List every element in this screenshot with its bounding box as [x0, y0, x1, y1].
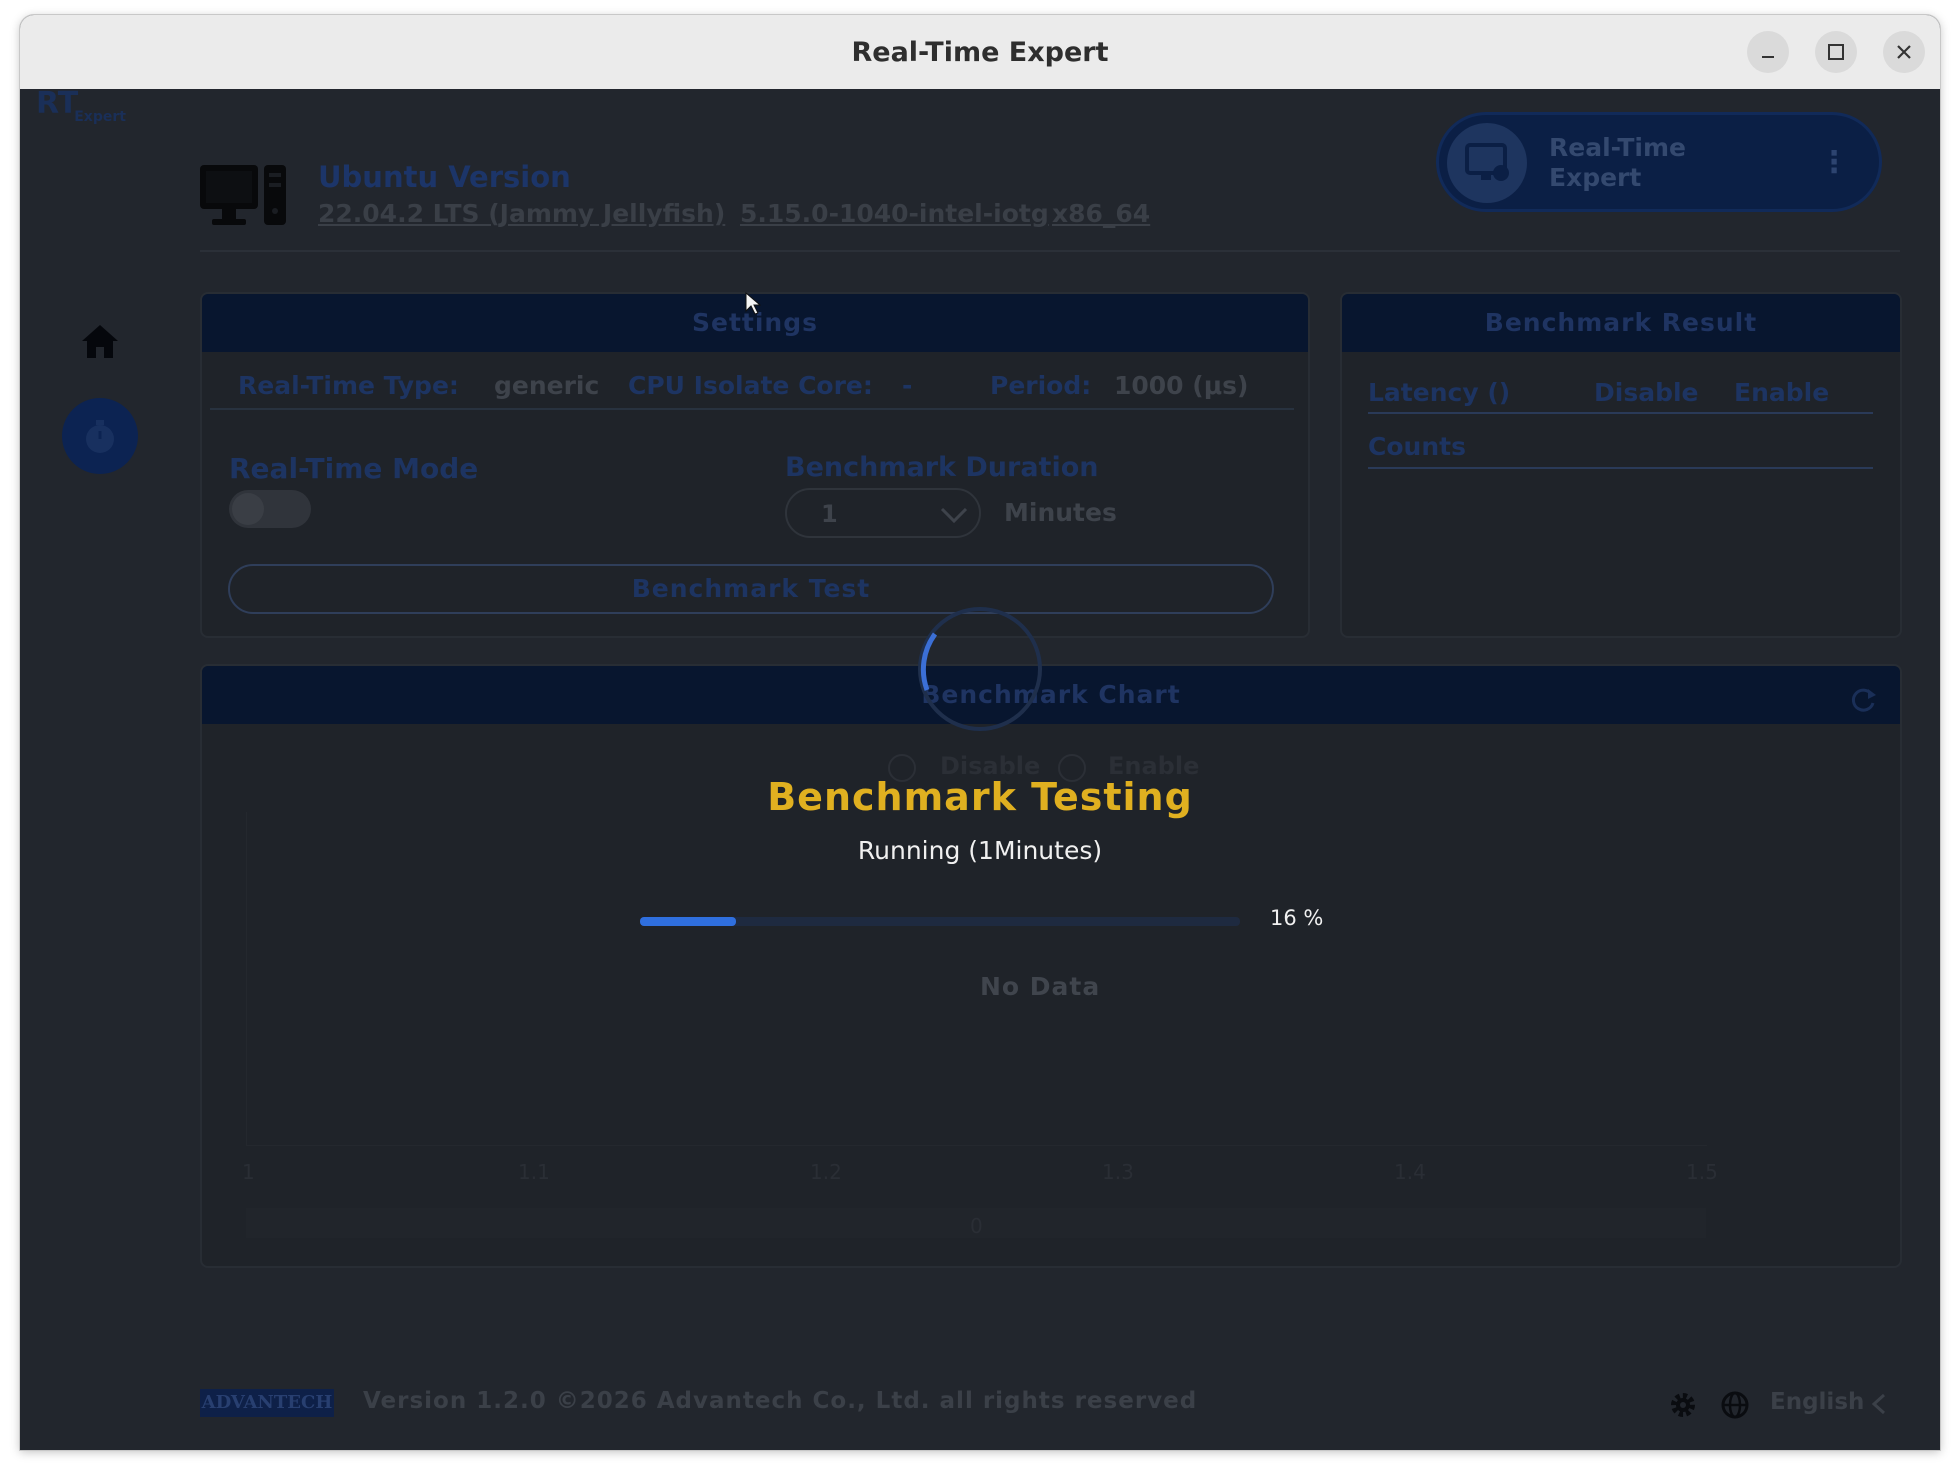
app-logo: RTExpert: [36, 86, 130, 125]
rt-type-label: Real-Time Type:: [238, 371, 459, 400]
benchmark-test-button[interactable]: Benchmark Test: [228, 564, 1274, 614]
computer-icon: [198, 163, 290, 233]
result-col-enable: Enable: [1734, 378, 1830, 407]
x-tick-6: 1.5: [1686, 1160, 1718, 1184]
result-row-counts: Counts: [1368, 432, 1466, 461]
overlay-title: Benchmark Testing: [767, 775, 1193, 819]
duration-unit: Minutes: [1004, 498, 1117, 527]
product-menu-button[interactable]: Real-Time Expert ⋮: [1436, 112, 1882, 212]
rt-mode-label: Real-Time Mode: [229, 452, 479, 485]
x-tick-4: 1.3: [1102, 1160, 1134, 1184]
os-version: 22.04.2 LTS (Jammy Jellyfish): [318, 199, 726, 228]
result-row-line: [1368, 467, 1873, 469]
refresh-icon: [1851, 688, 1876, 712]
title-bar: Real-Time Expert: [20, 15, 1940, 90]
maximize-icon: [1828, 44, 1844, 60]
cursor-icon: [745, 291, 762, 320]
chevron-down-icon: [940, 507, 968, 524]
minimize-icon: [1762, 56, 1774, 58]
rt-type-value: generic: [494, 371, 600, 400]
monitor-gear-icon: [1465, 143, 1509, 181]
cpu-isolate-value: -: [902, 371, 913, 400]
progress-label: 16 %: [1270, 906, 1324, 930]
product-name: Real-Time Expert: [1549, 133, 1686, 193]
window-title: Real-Time Expert: [851, 37, 1109, 68]
duration-value: 1: [821, 500, 838, 528]
x-tick-3: 1.2: [810, 1160, 842, 1184]
x-tick-5: 1.4: [1394, 1160, 1426, 1184]
language-collapse-button[interactable]: [1870, 1392, 1888, 1420]
advantech-logo: ADVANTECH: [200, 1389, 334, 1417]
os-label: Ubuntu Version: [318, 160, 571, 194]
x-tick-1: 1: [242, 1160, 255, 1184]
period-value: 1000 (μs): [1114, 371, 1249, 400]
progress-bar: [640, 917, 1240, 926]
cpu-isolate-label: CPU Isolate Core:: [628, 371, 873, 400]
header-divider: [200, 250, 1900, 252]
overlay-subtitle: Running (1Minutes): [857, 836, 1103, 865]
result-col-disable: Disable: [1594, 378, 1699, 407]
rt-mode-toggle[interactable]: [229, 490, 311, 528]
maximize-button[interactable]: [1815, 31, 1857, 73]
duration-select[interactable]: 1: [785, 488, 981, 538]
result-title: Benchmark Result: [1342, 294, 1900, 352]
settings-info-divider: [210, 408, 1294, 410]
language-globe-button[interactable]: [1720, 1390, 1750, 1424]
result-col-latency: Latency (): [1368, 378, 1511, 407]
logo-main: RT: [36, 86, 79, 121]
stopwatch-icon: [86, 420, 114, 453]
chart-no-data: No Data: [980, 972, 1101, 1001]
nav-home[interactable]: [80, 322, 120, 364]
product-name-line1: Real-Time: [1549, 133, 1686, 162]
duration-label: Benchmark Duration: [785, 452, 1099, 483]
chart-bottom-value: 0: [970, 1214, 983, 1238]
architecture: x86_64: [1052, 199, 1151, 228]
logo-sub: Expert: [74, 109, 126, 125]
close-icon: [1897, 45, 1911, 59]
result-header-line: [1368, 412, 1873, 414]
nav-benchmark[interactable]: [62, 398, 138, 474]
settings-gear-button[interactable]: [1668, 1390, 1698, 1424]
close-button[interactable]: [1883, 31, 1925, 73]
chevron-left-icon: [1871, 1393, 1886, 1415]
toggle-knob: [232, 493, 264, 525]
kernel-version: 5.15.0-1040-intel-iotg: [740, 199, 1049, 228]
result-panel: Benchmark Result: [1340, 292, 1902, 638]
language-label[interactable]: English: [1770, 1389, 1864, 1415]
progress-fill: [640, 917, 736, 926]
chart-refresh-button[interactable]: [1848, 685, 1878, 719]
loading-spinner: [915, 604, 1045, 738]
globe-icon: [1721, 1391, 1749, 1419]
home-icon: [82, 325, 118, 358]
x-tick-2: 1.1: [518, 1160, 550, 1184]
period-label: Period:: [990, 371, 1092, 400]
product-name-line2: Expert: [1549, 163, 1642, 192]
product-icon-circle: [1447, 123, 1527, 203]
spinner-icon: [918, 607, 1042, 731]
minimize-button[interactable]: [1747, 31, 1789, 73]
chart-title: Benchmark Chart: [202, 666, 1900, 724]
more-options-icon[interactable]: ⋮: [1819, 145, 1849, 180]
footer-version: Version 1.2.0 ©2026 Advantech Co., Ltd. …: [363, 1388, 1198, 1414]
gear-icon: [1671, 1393, 1695, 1417]
